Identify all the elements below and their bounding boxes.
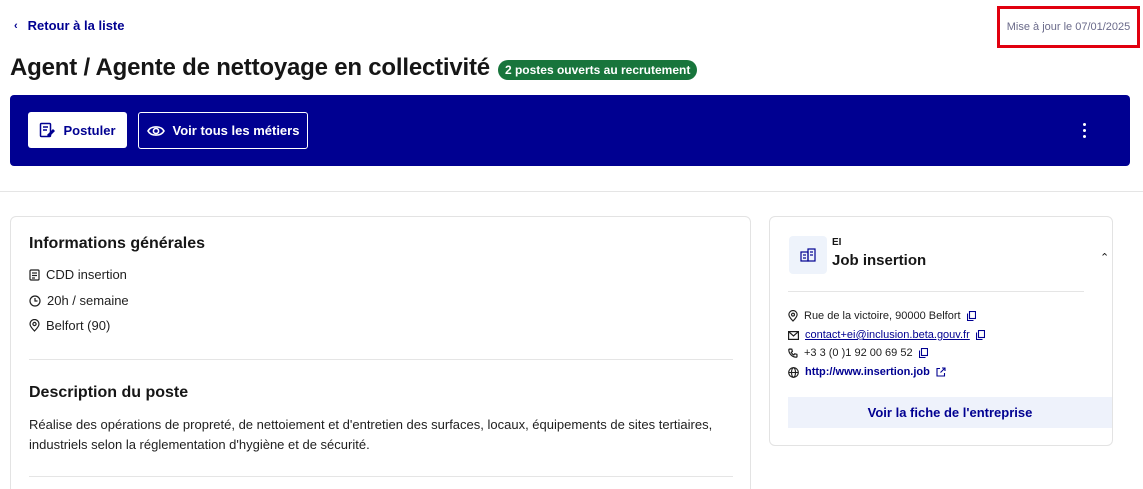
open-positions-badge: 2 postes ouverts au recrutement xyxy=(497,59,698,80)
company-email-link[interactable]: contact+ei@inclusion.beta.gouv.fr xyxy=(805,329,970,341)
job-details-card: Informations générales CDD insertion 20h… xyxy=(10,216,751,489)
eye-icon xyxy=(146,125,165,136)
view-all-jobs-label: Voir tous les métiers xyxy=(172,123,300,138)
company-address: Rue de la victoire, 90000 Belfort xyxy=(788,310,976,322)
company-address-label: Rue de la victoire, 90000 Belfort xyxy=(804,310,961,322)
job-location-label: Belfort (90) xyxy=(46,318,111,333)
building-icon xyxy=(800,248,816,262)
company-type: EI xyxy=(832,237,842,248)
title-row: Agent / Agente de nettoyage en collectiv… xyxy=(10,54,698,82)
company-divider xyxy=(788,291,1084,292)
company-email: contact+ei@inclusion.beta.gouv.fr xyxy=(788,329,985,341)
mail-icon xyxy=(788,330,799,340)
page-separator xyxy=(0,191,1143,192)
phone-icon xyxy=(788,348,798,358)
clock-icon xyxy=(29,294,41,307)
company-phone: +3 3 (0 )1 92 00 69 52 xyxy=(788,347,928,359)
section-divider xyxy=(29,476,733,477)
company-phone-label: +3 3 (0 )1 92 00 69 52 xyxy=(804,347,913,359)
last-updated-date: Mise à jour le 07/01/2025 xyxy=(997,6,1140,48)
back-to-list-link[interactable]: ‹ Retour à la liste xyxy=(14,18,124,33)
working-hours: 20h / semaine xyxy=(29,293,129,308)
company-name: Job insertion xyxy=(832,252,927,269)
company-card: EI Job insertion ⌃ Rue de la victoire, 9… xyxy=(769,216,1113,446)
job-description-title: Description du poste xyxy=(29,384,189,401)
job-location: Belfort (90) xyxy=(29,318,110,333)
edit-form-icon xyxy=(40,122,56,138)
globe-icon xyxy=(788,366,799,378)
company-website-link[interactable]: http://www.insertion.job xyxy=(805,366,930,378)
copy-icon[interactable] xyxy=(966,311,976,321)
map-pin-icon xyxy=(29,319,40,332)
apply-button[interactable]: Postuler xyxy=(28,112,127,148)
view-company-button[interactable]: Voir la fiche de l'entreprise xyxy=(788,397,1112,428)
document-icon xyxy=(29,268,40,281)
contract-type: CDD insertion xyxy=(29,267,127,282)
general-info-title: Informations générales xyxy=(29,235,206,252)
contract-type-label: CDD insertion xyxy=(46,267,127,282)
action-banner: Postuler Voir tous les métiers xyxy=(10,95,1130,166)
back-link-label: Retour à la liste xyxy=(27,18,125,33)
apply-button-label: Postuler xyxy=(63,122,116,138)
view-all-jobs-button[interactable]: Voir tous les métiers xyxy=(138,112,308,149)
company-logo xyxy=(789,236,827,274)
more-options-icon[interactable] xyxy=(1074,117,1094,143)
job-description-text: Réalise des opérations de propreté, de n… xyxy=(29,417,713,452)
map-pin-icon xyxy=(788,310,798,322)
chevron-up-icon[interactable]: ⌃ xyxy=(1100,251,1109,264)
chevron-left-icon: ‹ xyxy=(14,19,18,32)
section-divider xyxy=(29,359,733,360)
copy-icon[interactable] xyxy=(918,348,928,358)
external-link-icon[interactable] xyxy=(936,367,946,377)
working-hours-label: 20h / semaine xyxy=(47,293,129,308)
page-title: Agent / Agente de nettoyage en collectiv… xyxy=(10,54,490,81)
company-website: http://www.insertion.job xyxy=(788,366,946,378)
copy-icon[interactable] xyxy=(975,330,985,340)
